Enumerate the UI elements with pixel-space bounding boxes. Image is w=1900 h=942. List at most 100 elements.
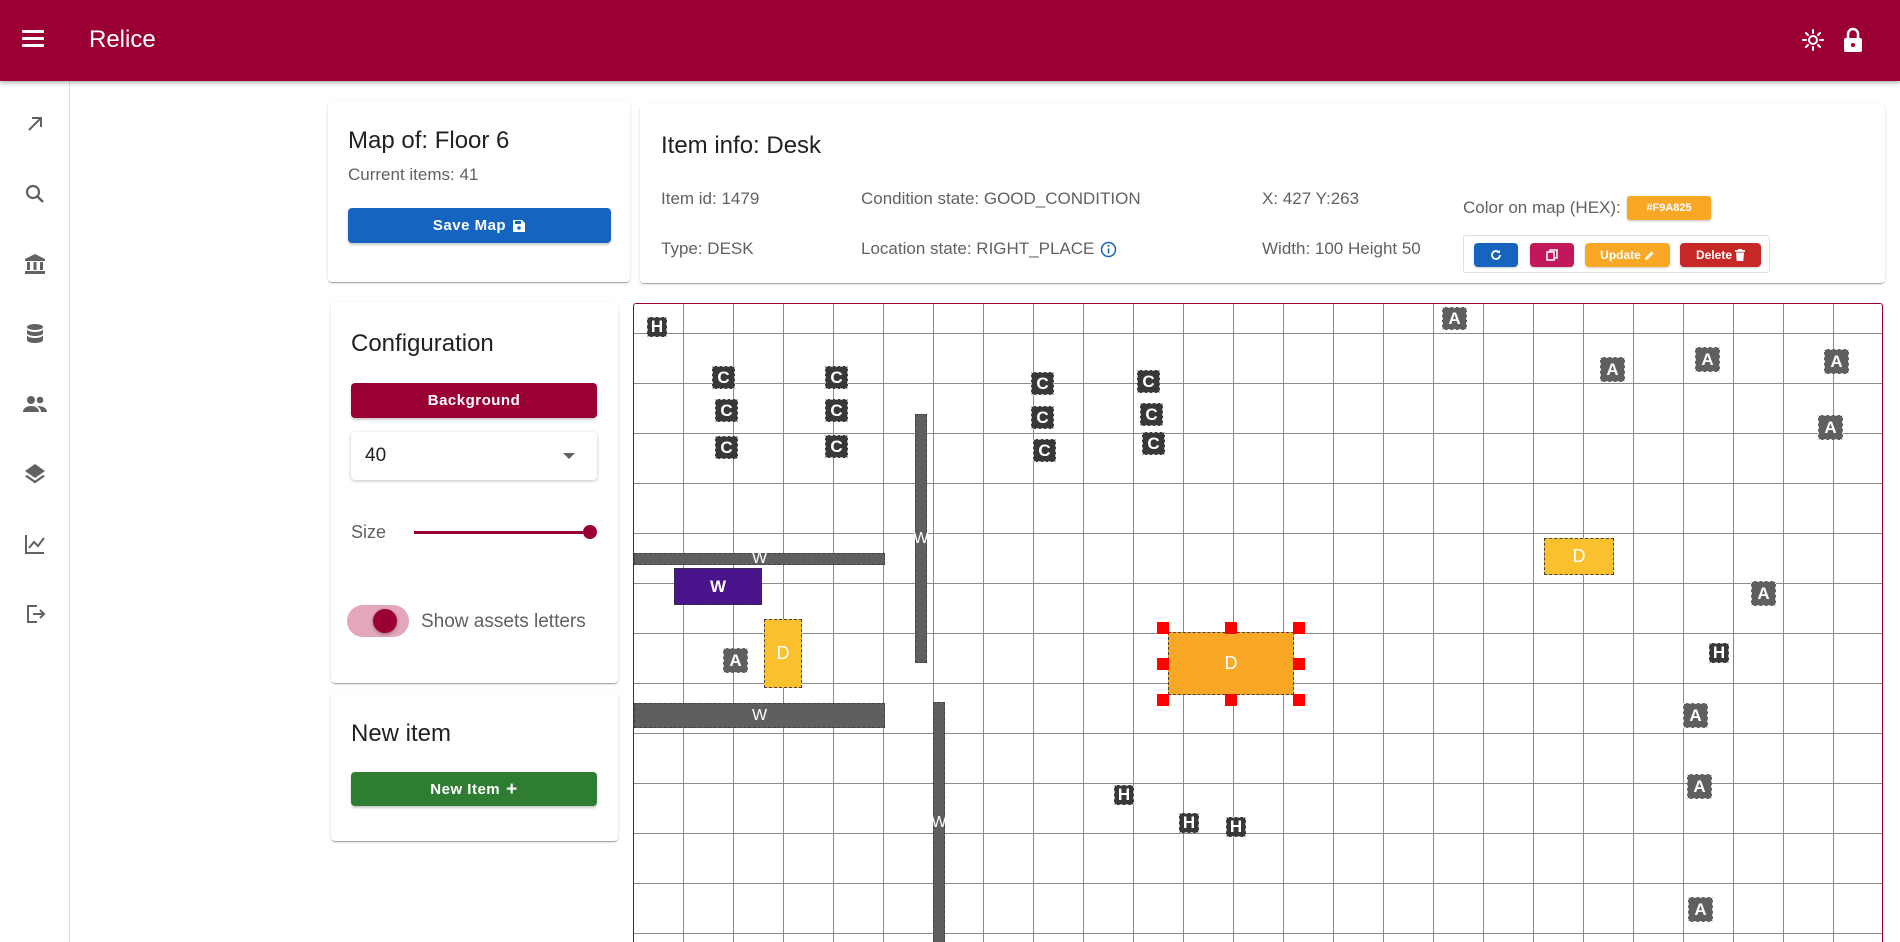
map-item-a[interactable]: A (1687, 774, 1712, 799)
delete-button[interactable]: Delete (1680, 243, 1761, 267)
bank-icon[interactable] (17, 246, 53, 282)
app-bar: Relice (0, 0, 1900, 81)
chevron-down-icon (563, 453, 575, 459)
color-label: Color on map (HEX): (1463, 198, 1621, 217)
copy-icon (1546, 249, 1558, 261)
map-item-c[interactable]: C (712, 366, 735, 389)
color-hex-badge: #F9A825 (1627, 196, 1711, 220)
menu-icon[interactable] (18, 26, 50, 56)
new-item-button[interactable]: New Item + (351, 772, 597, 806)
resize-handle[interactable] (1225, 622, 1237, 634)
map-item-c[interactable]: C (825, 435, 848, 458)
delete-label: Delete (1695, 248, 1733, 262)
side-nav (0, 81, 70, 942)
plus-icon: + (506, 778, 518, 800)
map-item-a[interactable]: A (723, 648, 748, 673)
current-items-count: Current items: 41 (348, 165, 479, 184)
item-coordinates: X: 427 Y:263 (1262, 189, 1360, 208)
map-item-window[interactable]: W (674, 568, 762, 605)
resize-handle[interactable] (1157, 622, 1169, 634)
copy-button[interactable] (1530, 243, 1574, 267)
layers-icon[interactable] (17, 456, 53, 492)
map-item-wall[interactable]: W (634, 703, 885, 728)
new-item-card: New item New Item + (331, 692, 618, 841)
resize-handle[interactable] (1293, 658, 1305, 670)
database-icon[interactable] (17, 316, 53, 352)
map-item-c[interactable]: C (1140, 403, 1163, 426)
map-item-c[interactable]: C (1137, 370, 1160, 393)
refresh-button[interactable] (1474, 243, 1518, 267)
item-id: Item id: 1479 (661, 189, 760, 208)
map-item-a[interactable]: A (1695, 347, 1720, 372)
resize-handle[interactable] (1293, 622, 1305, 634)
map-item-c[interactable]: C (1031, 406, 1054, 429)
grid-size-select[interactable]: 40 (351, 432, 597, 480)
app-title: Relice (89, 26, 156, 53)
chart-icon[interactable] (17, 526, 53, 562)
map-item-a[interactable]: A (1824, 349, 1849, 374)
size-slider-track[interactable] (414, 531, 590, 534)
map-item-a[interactable]: A (1818, 415, 1843, 440)
trash-icon (1735, 249, 1746, 261)
map-item-h[interactable]: H (1114, 785, 1134, 805)
logout-icon[interactable] (17, 596, 53, 632)
update-label: Update (1600, 248, 1641, 262)
show-letters-label: Show assets letters (421, 611, 586, 632)
map-item-wall[interactable]: W (913, 414, 929, 663)
map-item-c[interactable]: C (715, 399, 738, 422)
map-item-desk[interactable]: D (1544, 538, 1614, 575)
resize-handle[interactable] (1157, 658, 1169, 670)
people-icon[interactable] (17, 386, 53, 422)
map-item-c[interactable]: C (1142, 432, 1165, 455)
item-type: Type: DESK (661, 239, 754, 258)
item-info-title: Item info: Desk (661, 132, 822, 159)
floor-map-canvas[interactable]: H C C C C C C C C C C C C W W W W W D D … (633, 303, 1883, 942)
map-card: Map of: Floor 6 Current items: 41 Save M… (328, 101, 630, 282)
save-map-button[interactable]: Save Map (348, 208, 611, 243)
size-label: Size (351, 522, 387, 542)
north-east-arrow-icon[interactable] (17, 106, 53, 142)
map-item-c[interactable]: C (825, 399, 848, 422)
map-item-desk[interactable]: D (764, 619, 802, 688)
map-item-c[interactable]: C (715, 436, 738, 459)
location-state: Location state: RIGHT_PLACE (861, 239, 1095, 258)
item-actions-group: Update Delete (1463, 235, 1770, 273)
background-button[interactable]: Background (351, 383, 597, 418)
map-item-a[interactable]: A (1683, 703, 1708, 728)
condition-state: Condition state: GOOD_CONDITION (861, 189, 1141, 208)
location-state-row: Location state: RIGHT_PLACE (861, 239, 1117, 259)
grid-size-value: 40 (365, 445, 387, 466)
map-item-desk-selected[interactable]: D (1168, 632, 1294, 695)
update-button[interactable]: Update (1585, 243, 1670, 267)
map-item-h[interactable]: H (647, 317, 667, 337)
item-dimensions: Width: 100 Height 50 (1262, 239, 1421, 258)
resize-handle[interactable] (1293, 694, 1305, 706)
map-item-h[interactable]: H (1226, 817, 1246, 837)
size-slider-thumb[interactable] (583, 525, 597, 539)
configuration-card: Configuration Background 40 Size Show as… (331, 302, 618, 683)
map-item-a[interactable]: A (1600, 357, 1625, 382)
save-map-label: Save Map (432, 217, 507, 234)
resize-handle[interactable] (1157, 694, 1169, 706)
map-item-wall[interactable]: W (931, 702, 947, 942)
new-item-title: New item (351, 720, 452, 747)
pencil-icon (1644, 250, 1654, 260)
map-item-c[interactable]: C (825, 366, 848, 389)
map-item-h[interactable]: H (1709, 643, 1729, 663)
map-item-wall[interactable]: W (634, 550, 885, 567)
map-item-a[interactable]: A (1442, 307, 1467, 330)
map-item-c[interactable]: C (1031, 372, 1054, 395)
brightness-icon[interactable] (1797, 24, 1829, 56)
map-item-a[interactable]: A (1688, 897, 1713, 922)
map-item-c[interactable]: C (1033, 439, 1056, 462)
item-info-card: Item info: Desk Item id: 1479 Type: DESK… (640, 104, 1885, 283)
resize-handle[interactable] (1225, 694, 1237, 706)
refresh-icon (1491, 250, 1501, 260)
info-icon[interactable] (1100, 241, 1117, 258)
map-item-h[interactable]: H (1179, 813, 1199, 833)
show-letters-toggle-thumb[interactable] (373, 609, 397, 633)
configuration-title: Configuration (351, 330, 494, 357)
map-item-a[interactable]: A (1751, 581, 1776, 606)
lock-icon[interactable] (1837, 24, 1869, 56)
search-icon[interactable] (17, 176, 53, 212)
